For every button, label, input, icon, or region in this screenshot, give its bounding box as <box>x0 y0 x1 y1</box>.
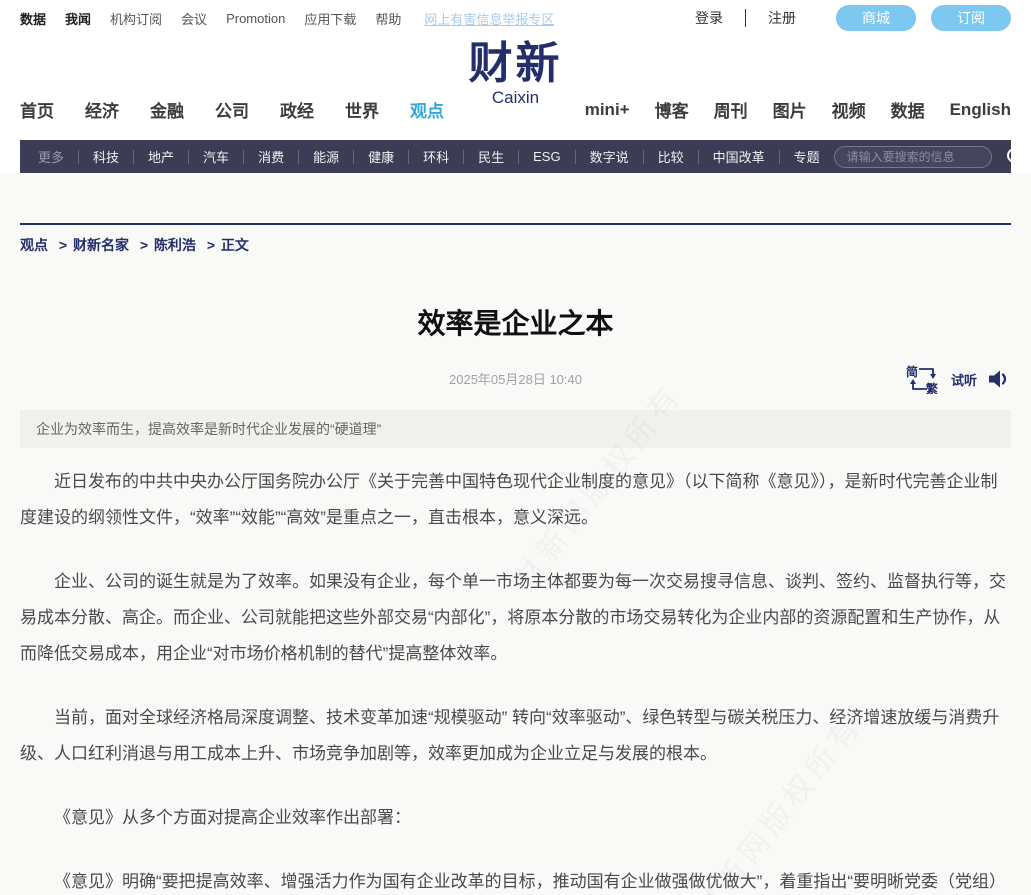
top-link-data[interactable]: 数据 <box>20 9 46 28</box>
nav-politics[interactable]: 政经 <box>280 97 314 122</box>
search-area <box>834 146 1027 168</box>
harmful-info-report-link[interactable]: 网上有害信息举报专区 <box>424 9 554 28</box>
breadcrumb-caixin-columnists[interactable]: 财新名家 <box>73 237 129 253</box>
paragraph: 《意见》明确“要把提高效率、增强活力作为国有企业改革的目标，推动国有企业做强做优… <box>20 864 1011 895</box>
paragraph: 当前，面对全球经济格局深度调整、技术变革加速“规模驱动” 转向“效率驱动”、绿色… <box>20 700 1011 772</box>
top-bar-links: 数据 我闻 机构订阅 会议 Promotion 应用下载 帮助 网上有害信息举报… <box>20 9 554 28</box>
nav-companies[interactable]: 公司 <box>215 97 249 122</box>
breadcrumb-opinion[interactable]: 观点 <box>20 237 48 253</box>
subnav-compare[interactable]: 比较 <box>643 150 698 164</box>
subnav-more[interactable]: 更多 <box>24 150 78 164</box>
speaker-icon[interactable] <box>987 368 1011 390</box>
subnav-china-reform[interactable]: 中国改革 <box>698 150 779 164</box>
top-link-wowen[interactable]: 我闻 <box>65 9 91 28</box>
subnav-esg[interactable]: ESG <box>518 150 574 164</box>
search-icon[interactable] <box>1005 146 1027 168</box>
caixin-logo[interactable]: 财新 Caixin <box>469 40 563 108</box>
top-bar-buttons: 商城 订阅 <box>836 5 1011 31</box>
nav-finance[interactable]: 金融 <box>150 97 184 122</box>
paragraph: 企业、公司的诞生就是为了效率。如果没有企业，每个单一市场主体都要为每一次交易搜寻… <box>20 564 1011 672</box>
nav-data[interactable]: 数据 <box>891 97 925 122</box>
top-bar-account: 登录 注册 商城 订阅 <box>695 5 1011 31</box>
svg-text:繁: 繁 <box>926 381 939 394</box>
top-link-app-download[interactable]: 应用下载 <box>304 9 356 28</box>
breadcrumb-separator: > <box>59 237 67 253</box>
breadcrumb-separator: > <box>140 237 148 253</box>
svg-text:简: 简 <box>906 364 918 379</box>
nav-home[interactable]: 首页 <box>20 97 54 122</box>
nav-weekly[interactable]: 周刊 <box>714 97 748 122</box>
listen-button[interactable]: 试听 <box>951 370 977 389</box>
sub-nav-bar: 更多 科技 地产 汽车 消费 能源 健康 环科 民生 ESG 数字说 比较 中国… <box>20 140 1011 173</box>
main-nav-left: 首页 经济 金融 公司 政经 世界 观点 <box>20 97 444 140</box>
nav-english[interactable]: English <box>950 100 1011 120</box>
nav-video[interactable]: 视频 <box>832 97 866 122</box>
nav-world[interactable]: 世界 <box>345 97 379 122</box>
search-input[interactable] <box>834 146 992 168</box>
paragraph: 近日发布的中共中央办公厅国务院办公厅《关于完善中国特色现代企业制度的意见》（以下… <box>20 464 1011 536</box>
article-body: 近日发布的中共中央办公厅国务院办公厅《关于完善中国特色现代企业制度的意见》（以下… <box>0 448 1031 895</box>
paragraph: 《意见》从多个方面对提高企业效率作出部署： <box>20 800 1011 836</box>
nav-opinion-active[interactable]: 观点 <box>410 97 444 122</box>
subnav-auto[interactable]: 汽车 <box>188 150 243 164</box>
subnav-energy[interactable]: 能源 <box>298 150 353 164</box>
nav-blog[interactable]: 博客 <box>655 97 689 122</box>
nav-mini-plus[interactable]: mini+ <box>585 100 630 120</box>
content-area: 观点 > 财新名家 > 陈利浩 > 正文 效率是企业之本 2025年05月28日… <box>0 173 1031 895</box>
breadcrumb-separator: > <box>207 237 215 253</box>
shop-button[interactable]: 商城 <box>836 5 916 31</box>
logo-english: Caixin <box>469 88 563 108</box>
subnav-tech[interactable]: 科技 <box>78 150 133 164</box>
breadcrumb-article[interactable]: 正文 <box>221 237 249 253</box>
publish-date: 2025年05月28日 10:40 <box>0 366 1031 394</box>
top-utility-bar: 数据 我闻 机构订阅 会议 Promotion 应用下载 帮助 网上有害信息举报… <box>0 0 1031 36</box>
breadcrumb-author[interactable]: 陈利浩 <box>154 237 196 253</box>
subnav-livelihood[interactable]: 民生 <box>463 150 518 164</box>
subnav-property[interactable]: 地产 <box>133 150 188 164</box>
breadcrumb: 观点 > 财新名家 > 陈利浩 > 正文 <box>0 175 1031 255</box>
login-link[interactable]: 登录 <box>695 8 723 28</box>
nav-photos[interactable]: 图片 <box>773 97 807 122</box>
subnav-special[interactable]: 专题 <box>779 150 834 164</box>
subnav-health[interactable]: 健康 <box>353 150 408 164</box>
login-register-divider <box>745 9 746 27</box>
article-title: 效率是企业之本 <box>0 302 1031 342</box>
register-link[interactable]: 注册 <box>768 8 796 28</box>
top-link-institution[interactable]: 机构订阅 <box>110 9 162 28</box>
subscribe-button[interactable]: 订阅 <box>931 5 1011 31</box>
page: 数据 我闻 机构订阅 会议 Promotion 应用下载 帮助 网上有害信息举报… <box>0 0 1031 895</box>
simplified-traditional-toggle-icon[interactable]: 简 繁 <box>905 364 941 394</box>
main-nav-right: mini+ 博客 周刊 图片 视频 数据 English <box>585 97 1011 140</box>
main-nav: 首页 经济 金融 公司 政经 世界 观点 财新 Caixin mini+ 博客 … <box>0 36 1031 140</box>
top-link-promotion[interactable]: Promotion <box>226 11 285 26</box>
logo-chinese: 财新 <box>469 40 563 88</box>
top-link-conference[interactable]: 会议 <box>181 9 207 28</box>
subnav-consumer[interactable]: 消费 <box>243 150 298 164</box>
article-summary: 企业为效率而生，提高效率是新时代企业发展的“硬道理” <box>20 410 1011 448</box>
subnav-datastory[interactable]: 数字说 <box>575 150 643 164</box>
section-divider <box>20 223 1011 225</box>
nav-economy[interactable]: 经济 <box>85 97 119 122</box>
article-meta: 2025年05月28日 10:40 简 繁 试听 <box>0 366 1031 394</box>
top-link-help[interactable]: 帮助 <box>375 9 401 28</box>
subnav-environment[interactable]: 环科 <box>408 150 463 164</box>
article-tools: 简 繁 试听 <box>905 364 1011 394</box>
